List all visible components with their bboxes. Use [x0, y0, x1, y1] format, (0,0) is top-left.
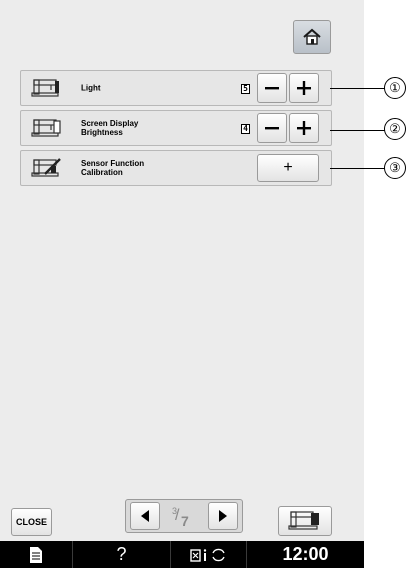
page-total: 7	[181, 513, 189, 529]
callout-leader-line	[330, 88, 386, 89]
plus-icon	[297, 81, 311, 95]
setting-label: Sensor Function Calibration	[81, 159, 201, 177]
brightness-value: 4	[241, 124, 250, 134]
sewing-machine-light-icon	[31, 79, 59, 97]
calibration-start-button[interactable]: +	[257, 154, 319, 182]
callout-1: ①	[384, 77, 406, 99]
callout-leader-line	[330, 130, 386, 131]
setting-label: Light	[81, 84, 201, 93]
page-slash: /	[175, 507, 180, 524]
machine-settings-button[interactable]	[278, 506, 332, 536]
page-navigator: 3 / 7	[125, 499, 243, 533]
help-button[interactable]: ?	[73, 541, 170, 568]
page-indicator: 3 / 7	[166, 505, 200, 529]
sewing-machine-pen-icon	[31, 158, 61, 177]
label-line: Brightness	[81, 128, 123, 137]
label-line: Screen Display	[81, 119, 139, 128]
home-icon	[303, 28, 321, 45]
brightness-decrease-button[interactable]	[257, 113, 287, 143]
light-value: 5	[241, 84, 250, 94]
clock: 12:00	[282, 544, 329, 564]
plus-icon	[297, 121, 311, 135]
previous-page-button[interactable]	[130, 502, 160, 530]
status-bar: ? 12:00	[0, 541, 364, 568]
close-button[interactable]: CLOSE	[11, 508, 52, 536]
document-icon	[30, 546, 42, 563]
label-line: Calibration	[81, 168, 123, 177]
label-line: Light	[81, 83, 101, 93]
document-button[interactable]	[0, 541, 72, 568]
triangle-right-icon	[219, 510, 227, 522]
minus-icon	[265, 127, 279, 130]
wireless-status-button[interactable]	[171, 541, 246, 568]
setting-row-brightness: Screen Display Brightness 4	[20, 110, 332, 146]
callout-leader-line	[330, 168, 386, 169]
setting-row-sensor-calibration: Sensor Function Calibration +	[20, 150, 332, 186]
setting-label: Screen Display Brightness	[81, 119, 201, 137]
light-decrease-button[interactable]	[257, 73, 287, 103]
light-increase-button[interactable]	[289, 73, 319, 103]
triangle-left-icon	[141, 510, 149, 522]
sewing-machine-icon	[288, 511, 319, 530]
sewing-machine-screen-icon	[31, 119, 61, 137]
callout-3: ③	[384, 157, 406, 179]
minus-icon	[265, 87, 279, 90]
settings-screen: Light 5 Screen Display Brightness 4 Sens…	[0, 0, 364, 568]
home-button[interactable]	[293, 20, 331, 54]
label-line: Sensor Function	[81, 159, 145, 168]
setting-row-light: Light 5	[20, 70, 332, 106]
callout-2: ②	[384, 118, 406, 140]
next-page-button[interactable]	[208, 502, 238, 530]
wireless-sync-icon	[189, 548, 225, 562]
brightness-increase-button[interactable]	[289, 113, 319, 143]
